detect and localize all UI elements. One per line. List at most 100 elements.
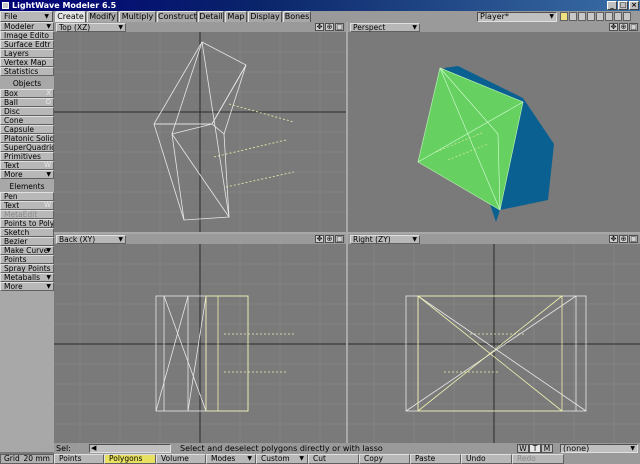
viewport-right[interactable]: Right (ZY) ▼ ✥ ⊕ □ xyxy=(348,234,640,443)
layer-icon[interactable] xyxy=(569,12,577,21)
tab-construct[interactable]: Construct xyxy=(157,11,197,22)
surface-select[interactable]: (none) ▼ xyxy=(560,444,638,453)
make-curve-menu[interactable]: Make Curve ▼ xyxy=(0,246,54,255)
vertex-map-button[interactable]: Vertex Map xyxy=(0,58,54,67)
tab-detail[interactable]: Detail xyxy=(198,11,224,22)
pen-button[interactable]: Pen xyxy=(0,192,54,201)
t-button[interactable]: T xyxy=(529,444,541,453)
zoom-icon[interactable]: ⊕ xyxy=(619,235,628,243)
viewport-view-select[interactable]: Perspect ▼ xyxy=(350,23,420,32)
platonic-solid-button[interactable]: Platonic Solid xyxy=(0,134,54,143)
tab-create[interactable]: Create xyxy=(55,11,86,22)
chevron-down-icon: ▼ xyxy=(46,283,51,290)
tab-display[interactable]: Display xyxy=(248,11,282,22)
box-button[interactable]: Box X xyxy=(0,89,54,98)
grid-size: Grid 20 mm xyxy=(0,454,54,464)
copy-button[interactable]: Copy xyxy=(359,454,410,464)
points-button[interactable]: Points xyxy=(0,255,54,264)
viewport-back[interactable]: Back (XY) ▼ ✥ ⊕ □ xyxy=(54,234,346,443)
viewport-controls: ✥ ⊕ □ xyxy=(315,23,344,31)
more-objects-menu[interactable]: More ▼ xyxy=(0,170,54,179)
zoom-icon[interactable]: ⊕ xyxy=(325,235,334,243)
viewport-view-select[interactable]: Top (XZ) ▼ xyxy=(56,23,126,32)
chevron-left-icon[interactable]: ◀ xyxy=(91,444,96,452)
text-button[interactable]: Text W xyxy=(0,161,54,170)
minimize-button[interactable]: _ xyxy=(607,1,617,10)
layer-icon[interactable] xyxy=(596,12,604,21)
move-icon[interactable]: ✥ xyxy=(315,235,324,243)
more-elements-menu[interactable]: More ▼ xyxy=(0,282,54,291)
custom-menu[interactable]: Custom ▼ xyxy=(256,454,308,464)
image-editor-button[interactable]: Image Edito xyxy=(0,31,54,40)
tab-multiply[interactable]: Multiply xyxy=(119,11,156,22)
layer-icon[interactable] xyxy=(614,12,622,21)
chevron-down-icon: ▼ xyxy=(549,13,554,20)
disc-button[interactable]: Disc xyxy=(0,107,54,116)
maximize-viewport-icon[interactable]: □ xyxy=(629,235,638,243)
metaedit-button[interactable]: MetaEdit xyxy=(0,210,54,219)
tab-map[interactable]: Map xyxy=(225,11,247,22)
primitives-button[interactable]: Primitives xyxy=(0,152,54,161)
surface-editor-button[interactable]: Surface Edtr xyxy=(0,40,54,49)
maximize-viewport-icon[interactable]: □ xyxy=(335,235,344,243)
zoom-icon[interactable]: ⊕ xyxy=(619,23,628,31)
capsule-button[interactable]: Capsule xyxy=(0,125,54,134)
left-toolbar: Modeler ▼ Image Edito Surface Edtr Layers… xyxy=(0,22,54,452)
paste-button[interactable]: Paste xyxy=(410,454,461,464)
chevron-down-icon: ▼ xyxy=(412,236,417,243)
polygons-mode-button[interactable]: Polygons xyxy=(104,454,156,464)
layer-icon[interactable] xyxy=(578,12,586,21)
viewport-view-select[interactable]: Back (XY) ▼ xyxy=(56,235,126,244)
sketch-button[interactable]: Sketch xyxy=(0,228,54,237)
superquadric-button[interactable]: SuperQuadric xyxy=(0,143,54,152)
perspective-canvas xyxy=(417,66,554,222)
ball-button[interactable]: Ball O xyxy=(0,98,54,107)
layer-icon[interactable] xyxy=(560,12,568,21)
move-icon[interactable]: ✥ xyxy=(609,23,618,31)
layer-icon[interactable] xyxy=(587,12,595,21)
bezier-button[interactable]: Bezier xyxy=(0,237,54,246)
cone-button[interactable]: Cone xyxy=(0,116,54,125)
maximize-viewport-icon[interactable]: □ xyxy=(335,23,344,31)
chevron-down-icon: ▼ xyxy=(46,247,51,254)
tab-bones[interactable]: Bones xyxy=(283,11,311,22)
metaballs-menu[interactable]: Metaballs ▼ xyxy=(0,273,54,282)
elements-header: Elements xyxy=(9,182,45,191)
viewport-header: Back (XY) ▼ ✥ ⊕ □ xyxy=(54,234,346,244)
maximize-viewport-icon[interactable]: □ xyxy=(629,23,638,31)
points-to-polys-button[interactable]: Points to Polys xyxy=(0,219,54,228)
viewport-perspective[interactable]: Perspect ▼ ✥ ⊕ □ xyxy=(348,22,640,232)
text-element-button[interactable]: Text W xyxy=(0,201,54,210)
modeler-menu[interactable]: Modeler ▼ xyxy=(0,22,54,31)
viewport-top[interactable]: Top (XZ) ▼ ✥ ⊕ □ xyxy=(54,22,346,232)
viewport-divider-horizontal[interactable] xyxy=(54,232,640,234)
layer-icon[interactable] xyxy=(605,12,613,21)
move-icon[interactable]: ✥ xyxy=(315,23,324,31)
zoom-icon[interactable]: ⊕ xyxy=(325,23,334,31)
player-select[interactable]: Player* ▼ xyxy=(477,12,557,22)
spray-points-button[interactable]: Spray Points xyxy=(0,264,54,273)
statistics-button[interactable]: Statistics xyxy=(0,67,54,76)
tab-row: File ▼ Create Modify Multiply Construct … xyxy=(0,11,640,22)
app-icon xyxy=(2,2,9,9)
cut-button[interactable]: Cut xyxy=(308,454,359,464)
layers-button[interactable]: Layers xyxy=(0,49,54,58)
w-button[interactable]: W xyxy=(517,444,529,453)
right-view-canvas xyxy=(348,244,640,443)
chevron-down-icon: ▼ xyxy=(46,274,51,281)
selection-field[interactable] xyxy=(89,444,171,453)
maximize-button[interactable]: □ xyxy=(618,1,628,10)
points-mode-button[interactable]: Points xyxy=(54,454,104,464)
move-icon[interactable]: ✥ xyxy=(609,235,618,243)
undo-button[interactable]: Undo xyxy=(461,454,512,464)
tab-modify[interactable]: Modify xyxy=(87,11,118,22)
volume-mode-button[interactable]: Volume xyxy=(156,454,206,464)
modes-menu[interactable]: Modes ▼ xyxy=(206,454,256,464)
layer-icon[interactable] xyxy=(623,12,631,21)
file-menu-button[interactable]: File ▼ xyxy=(0,11,53,22)
hint-text: Select and deselect polygons directly or… xyxy=(180,444,383,453)
m-button[interactable]: M xyxy=(541,444,553,453)
close-button[interactable]: × xyxy=(629,1,639,10)
redo-button[interactable]: Redo xyxy=(512,454,564,464)
viewport-view-select[interactable]: Right (ZY) ▼ xyxy=(350,235,420,244)
